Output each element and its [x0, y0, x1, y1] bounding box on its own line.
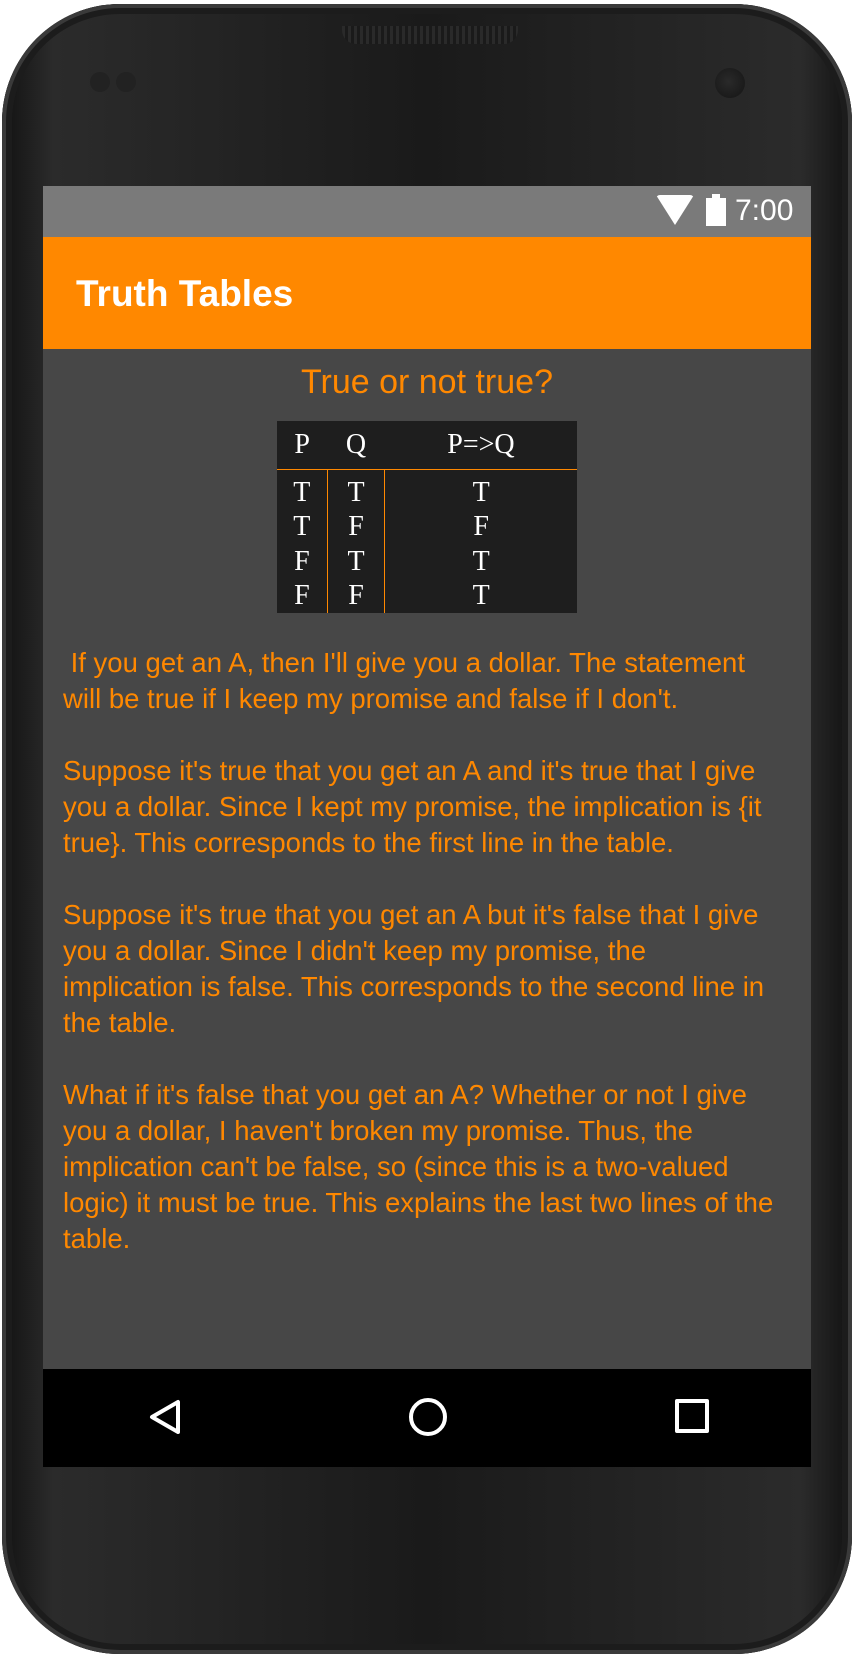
- table-cell: T: [327, 469, 386, 511]
- status-clock: 7:00: [735, 194, 794, 227]
- table-row: F T T: [277, 544, 577, 579]
- table-cell: F: [473, 511, 489, 543]
- explanation-text: If you get an A, then I'll give you a do…: [63, 645, 783, 1293]
- wifi-icon: [656, 195, 694, 225]
- home-icon[interactable]: [409, 1398, 447, 1436]
- table-cell: T: [472, 579, 490, 611]
- recent-apps-icon[interactable]: [675, 1399, 709, 1433]
- question-heading: True or not true?: [301, 363, 553, 401]
- screen: 7:00 Truth Tables True or not true? P Q …: [43, 186, 811, 1467]
- table-cell: T: [472, 477, 490, 509]
- truth-table: P Q P=>Q T T T T F F F T T F F T: [277, 421, 577, 613]
- table-cell: T: [472, 545, 490, 577]
- earpiece-speaker: [342, 26, 518, 44]
- light-sensor: [116, 72, 136, 92]
- table-cell: F: [277, 544, 328, 579]
- table-cell: F: [327, 578, 386, 613]
- explanation-paragraph: Suppose it's true that you get an A but …: [63, 899, 765, 1038]
- table-cell: T: [327, 544, 386, 579]
- app-title: Truth Tables: [76, 273, 294, 314]
- table-cell: T: [277, 510, 328, 545]
- table-header-row: P Q P=>Q: [277, 421, 577, 470]
- status-bar: 7:00: [43, 186, 811, 237]
- table-row: T T T: [277, 469, 577, 511]
- table-row: T F F: [277, 510, 577, 545]
- table-cell: F: [327, 510, 386, 545]
- table-cell: F: [277, 578, 328, 613]
- content-area[interactable]: True or not true? P Q P=>Q T T T T F F F…: [43, 349, 811, 1369]
- table-row: F F T: [277, 578, 577, 613]
- table-header-cell: P=>Q: [384, 421, 577, 470]
- navigation-bar: [43, 1369, 811, 1467]
- explanation-paragraph: Suppose it's true that you get an A and …: [63, 755, 762, 858]
- table-header-cell: Q: [327, 421, 385, 470]
- table-cell: T: [277, 469, 328, 511]
- table-header-cell: P: [277, 421, 328, 470]
- proximity-sensor: [90, 72, 110, 92]
- explanation-paragraph: What if it's false that you get an A? Wh…: [63, 1079, 774, 1254]
- battery-icon: [706, 194, 726, 226]
- front-camera: [715, 68, 745, 98]
- back-icon[interactable]: [148, 1399, 182, 1435]
- app-bar: Truth Tables: [43, 237, 811, 349]
- explanation-paragraph: If you get an A, then I'll give you a do…: [63, 647, 753, 714]
